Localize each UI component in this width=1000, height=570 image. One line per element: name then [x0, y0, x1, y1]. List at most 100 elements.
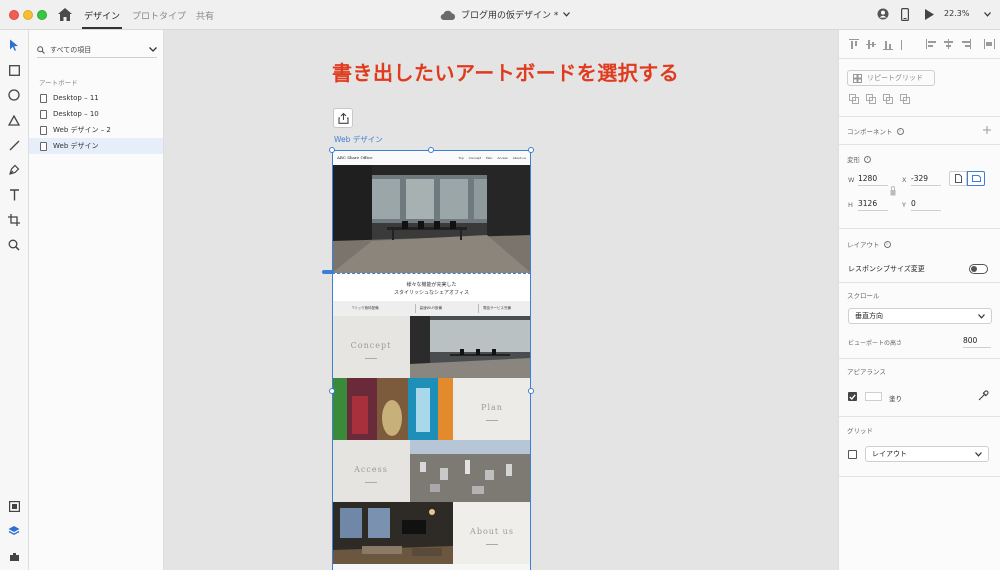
width-input[interactable]: 1280	[858, 174, 888, 186]
user-profile-icon[interactable]	[877, 8, 889, 20]
zoom-level[interactable]: 22.3%	[944, 9, 969, 18]
viewport-height-label: ビューポートの高さ	[848, 340, 903, 347]
cloud-icon	[440, 10, 456, 20]
artboards-section-header: アートボード	[39, 79, 78, 87]
home-icon[interactable]	[58, 8, 72, 21]
plugin-icon	[9, 552, 19, 561]
info-icon[interactable]: i	[883, 240, 891, 248]
pen-icon	[9, 164, 20, 175]
search-icon	[37, 45, 45, 54]
layer-item[interactable]: Desktop – 10	[29, 106, 163, 122]
layer-item-label: Desktop – 10	[53, 110, 99, 118]
title-bar: デザイン プロトタイプ 共有 ブログ用の仮デザイン * 22.3%	[0, 0, 1000, 30]
grid-type-value: レイアウト	[872, 450, 907, 458]
layer-item-selected[interactable]: Web デザイン	[29, 138, 163, 154]
active-tab-indicator	[82, 27, 122, 29]
tab-prototype[interactable]: プロトタイプ	[132, 9, 186, 22]
fill-label: 塗り	[889, 395, 902, 403]
layers-panel-button[interactable]	[7, 524, 21, 538]
responsive-resize-toggle[interactable]	[969, 264, 988, 274]
repeat-grid-button[interactable]: リピートグリッド	[847, 70, 935, 86]
select-arrow-icon	[10, 39, 18, 51]
document-title-dropdown[interactable]: ブログ用の仮デザイン *	[440, 8, 571, 21]
tab-share[interactable]: 共有	[196, 9, 214, 22]
resize-handle[interactable]	[528, 147, 534, 153]
layer-item[interactable]: Web デザイン – 2	[29, 122, 163, 138]
viewport-height-input[interactable]: 800	[963, 336, 991, 348]
text-tool[interactable]	[7, 188, 21, 202]
minimize-window-button[interactable]	[23, 10, 33, 20]
responsive-resize-label: レスポンシブサイズ変更	[848, 265, 925, 273]
mobile-preview-icon[interactable]	[901, 8, 909, 21]
artboard-name-label[interactable]: Web デザイン	[334, 134, 383, 145]
chevron-down-icon	[978, 313, 985, 319]
x-input[interactable]: -329	[911, 174, 941, 186]
scroll-section-header: スクロール	[847, 292, 880, 300]
landscape-orientation-button[interactable]	[967, 171, 985, 186]
zoom-tool[interactable]	[7, 238, 21, 252]
repeat-grid-label: リピートグリッド	[867, 74, 923, 82]
x-label: X	[902, 176, 907, 184]
chevron-down-icon[interactable]	[984, 12, 991, 17]
design-canvas[interactable]: 書き出したいアートボードを選択する Web デザイン ABC Share Off…	[164, 30, 838, 570]
grid-section-header: グリッド	[847, 427, 873, 435]
text-icon	[9, 189, 19, 201]
line-tool[interactable]	[7, 138, 21, 152]
layer-item-label: Desktop – 11	[53, 94, 99, 102]
export-share-button[interactable]	[333, 108, 353, 128]
ellipse-icon	[8, 89, 20, 101]
resize-handle[interactable]	[329, 388, 335, 394]
tool-bar	[0, 30, 29, 570]
fill-checkbox[interactable]	[848, 392, 857, 401]
lock-aspect-icon[interactable]	[890, 186, 896, 196]
eyedropper-icon[interactable]	[978, 390, 989, 401]
landscape-page-icon	[971, 175, 981, 182]
layout-label: レイアウト	[847, 241, 880, 249]
height-label: H	[848, 201, 853, 209]
boolean-ops-icons[interactable]	[849, 94, 913, 105]
layout-section-header: レイアウト i	[847, 239, 891, 249]
info-icon[interactable]: i	[864, 155, 871, 163]
layers-search[interactable]: すべての項目	[37, 42, 157, 58]
layer-item-label: Web デザイン – 2	[53, 126, 111, 134]
fill-color-swatch[interactable]	[865, 392, 882, 401]
select-tool[interactable]	[7, 38, 21, 52]
layer-item[interactable]: Desktop – 11	[29, 90, 163, 106]
chevron-down-icon[interactable]	[149, 47, 157, 52]
plugins-panel-button[interactable]	[7, 549, 21, 563]
align-toolbar[interactable]	[849, 39, 999, 51]
layers-icon	[8, 526, 20, 535]
rectangle-tool[interactable]	[7, 63, 21, 77]
grid-type-select[interactable]: レイアウト	[865, 446, 989, 462]
assets-panel-button[interactable]	[7, 499, 21, 513]
resize-handle[interactable]	[329, 147, 335, 153]
y-input[interactable]: 0	[911, 199, 941, 211]
zoom-window-button[interactable]	[37, 10, 47, 20]
portrait-orientation-button[interactable]	[949, 171, 967, 186]
transform-label: 変形	[847, 156, 860, 164]
rectangle-icon	[8, 64, 20, 76]
artboard-tool[interactable]	[7, 213, 21, 227]
resize-handle[interactable]	[528, 388, 534, 394]
resize-handle[interactable]	[428, 147, 434, 153]
layers-panel: すべての項目 アートボード Desktop – 11 Desktop – 10 …	[29, 30, 164, 570]
ellipse-tool[interactable]	[7, 88, 21, 102]
scroll-direction-value: 垂直方向	[855, 312, 883, 320]
annotation-heading: 書き出したいアートボードを選択する	[332, 61, 680, 85]
tab-design[interactable]: デザイン	[84, 9, 120, 22]
close-window-button[interactable]	[9, 10, 19, 20]
chevron-down-icon	[975, 451, 982, 457]
artboard-file-icon	[40, 125, 47, 135]
property-inspector: リピートグリッド コンポーネント i 変形 i W 1280 X -329 H …	[838, 30, 1000, 570]
grid-checkbox[interactable]	[848, 450, 857, 459]
scroll-direction-select[interactable]: 垂直方向	[848, 308, 992, 324]
polygon-tool[interactable]	[7, 113, 21, 127]
viewport-height-marker[interactable]	[322, 270, 334, 274]
info-icon[interactable]: i	[896, 127, 904, 135]
height-input[interactable]: 3126	[858, 199, 888, 211]
pen-tool[interactable]	[7, 163, 21, 177]
component-label: コンポーネント	[847, 128, 893, 136]
play-preview-icon[interactable]	[925, 9, 934, 20]
add-component-icon[interactable]	[983, 126, 991, 134]
document-assets-icon	[8, 500, 20, 512]
